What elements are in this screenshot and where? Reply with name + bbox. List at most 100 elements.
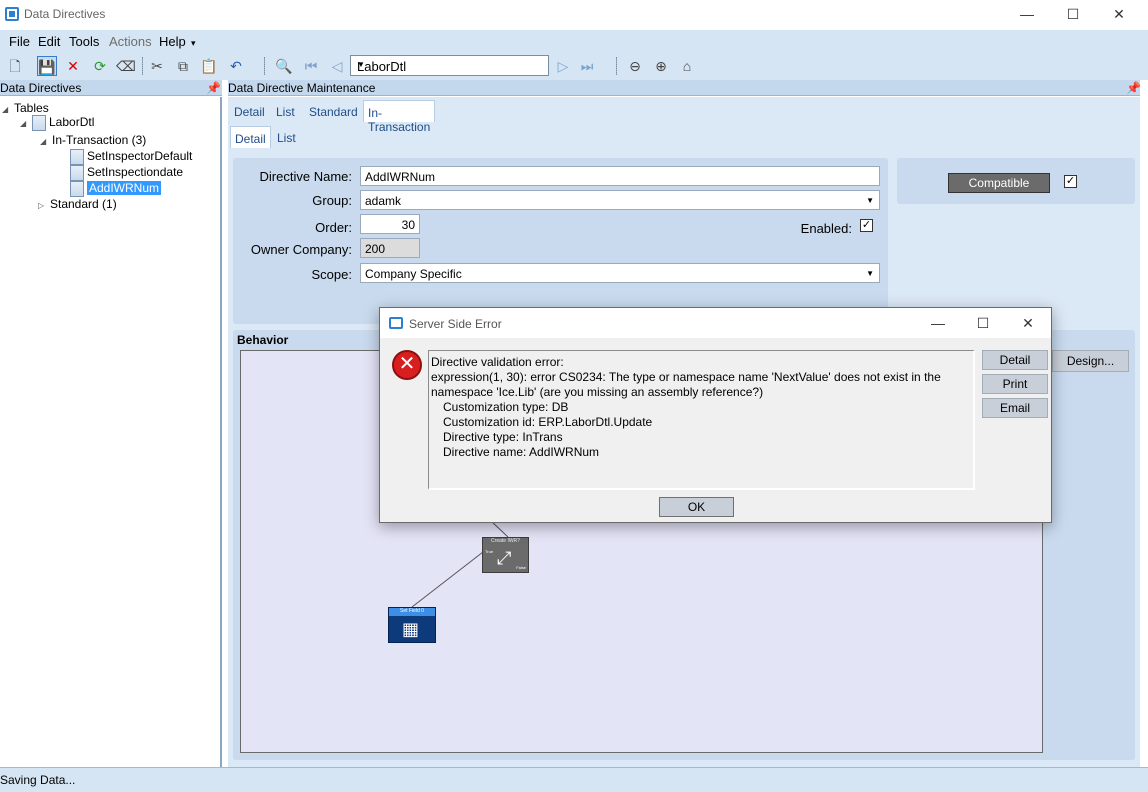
expand-icon[interactable]: ▷ [38,201,50,210]
maximize-button[interactable]: ☐ [1050,0,1096,30]
behavior-label: Behavior [237,333,289,347]
toolbar-separator [142,57,143,75]
dialog-minimize-button[interactable]: — [915,308,961,338]
tree-node-labordtl[interactable]: ◢ LaborDtl [20,115,94,131]
last-record-icon[interactable]: ⏭ [577,56,597,76]
delete-icon[interactable]: ✕ [63,56,83,76]
tree-node-directive-selected[interactable]: AddIWRNum [70,181,162,197]
scope-label: Scope: [311,267,352,282]
subtab-list[interactable]: List [273,126,300,148]
forward-icon[interactable]: ⊕ [651,56,671,76]
eraser-icon[interactable]: ⌫ [116,56,136,76]
collapse-icon[interactable]: ◢ [2,105,14,114]
tree-node-standard[interactable]: ▷ Standard (1) [38,197,117,211]
order-field[interactable]: 30 [360,214,420,234]
directive-icon [70,181,84,197]
tree-node-in-transaction[interactable]: ◢ In-Transaction (3) [40,133,146,147]
first-record-icon[interactable]: ⏮ [301,56,321,76]
refresh-icon[interactable]: ⟳ [90,56,110,76]
directive-name-label: Directive Name: [259,169,352,184]
condition-true-label: True [485,549,494,554]
copy-icon[interactable]: ⧉ [173,56,193,76]
prev-record-icon[interactable]: ◁ [327,56,347,76]
tree-node-directive[interactable]: SetInspectorDefault [70,149,192,165]
menu-file[interactable]: File [9,34,30,49]
email-button[interactable]: Email [982,398,1048,418]
subtab-detail[interactable]: Detail [230,126,271,148]
group-label: Group: [312,193,352,208]
enabled-checkbox[interactable]: ✓ [860,219,873,232]
undo-icon[interactable]: ↶ [226,56,246,76]
owner-company-field: 200 [360,238,420,258]
search-icon[interactable]: 🔍 [274,56,294,76]
tree-node-tables[interactable]: ◢ Tables [2,101,49,115]
toolbar-separator [616,57,617,75]
chevron-down-icon[interactable]: ▼ [357,60,544,69]
minimize-button[interactable]: — [1004,0,1050,30]
record-selector[interactable]: LaborDtl ▼ [350,55,549,76]
status-bar: Saving Data... [0,767,1148,792]
directive-icon [70,165,84,181]
chevron-down-icon[interactable]: ▼ [866,196,874,205]
menu-overflow-icon[interactable]: ▾ [191,38,196,49]
tab-in-transaction[interactable]: In-Transaction [363,100,436,134]
menu-tools[interactable]: Tools [69,34,99,49]
tab-standard[interactable]: Standard [305,100,362,122]
status-text: Saving Data... [0,773,76,787]
dialog-title: Server Side Error [409,317,502,331]
group-select[interactable]: adamk ▼ [360,190,880,210]
set-field-node[interactable]: Set Field 0 ▦ [388,607,436,643]
compatible-checkbox[interactable]: ✓ [1064,175,1077,188]
next-record-icon[interactable]: ▷ [553,56,573,76]
menu-help[interactable]: Help [159,34,186,49]
table-icon [32,115,46,131]
condition-node[interactable]: Create IWR? True False ⤢ [482,537,529,573]
enabled-label: Enabled: [800,221,852,236]
menu-edit[interactable]: Edit [38,34,60,49]
dialog-title-bar: Server Side Error — ☐ ✕ [380,308,1051,338]
menu-actions[interactable]: Actions [109,34,152,49]
home-icon[interactable]: ⌂ [677,56,697,76]
pin-icon[interactable]: 📌 [1126,81,1141,95]
set-field-node-title: Set Field 0 [389,608,435,616]
condition-false-label: False [516,565,526,570]
close-button[interactable]: ✕ [1096,0,1142,30]
paste-icon[interactable]: 📋 [199,56,219,76]
print-button[interactable]: Print [982,374,1048,394]
dialog-maximize-button[interactable]: ☐ [960,308,1006,338]
error-icon: ✕ [392,350,422,380]
tab-list[interactable]: List [272,100,299,122]
back-icon[interactable]: ⊖ [625,56,645,76]
compatible-button[interactable]: Compatible [948,173,1050,193]
ok-button[interactable]: OK [659,497,734,517]
app-icon [389,317,403,329]
chevron-down-icon[interactable]: ▼ [866,269,874,278]
scope-select[interactable]: Company Specific ▼ [360,263,880,283]
pin-icon[interactable]: 📌 [206,81,221,95]
order-label: Order: [315,220,352,235]
owner-company-label: Owner Company: [250,242,352,257]
menu-bar: File Edit Tools Actions Help ▾ [0,30,1148,52]
save-icon[interactable]: 💾 [37,56,57,76]
toolbar: 🗋 💾 ✕ ⟳ ⌫ ✂ ⧉ 📋 ↶ 🔍 ⏮ ◁ ▷ ⏭ ⊖ ⊕ ⌂ [0,52,1148,80]
error-message-box: Directive validation error: expression(1… [428,350,975,490]
app-icon [5,7,19,21]
collapse-icon[interactable]: ◢ [20,119,32,128]
left-pane-header: Data Directives 📌 [0,80,222,96]
right-pane-header: Data Directive Maintenance 📌 [228,80,1141,96]
collapse-icon[interactable]: ◢ [40,137,52,146]
cut-icon[interactable]: ✂ [147,56,167,76]
detail-button[interactable]: Detail [982,350,1048,370]
tree-node-directive[interactable]: SetInspectiondate [70,165,183,181]
directive-icon [70,149,84,165]
server-error-dialog: Server Side Error — ☐ ✕ ✕ Directive vali… [379,307,1052,523]
directive-name-field[interactable]: AddIWRNum [360,166,880,186]
tab-detail[interactable]: Detail [230,100,269,122]
dialog-close-button[interactable]: ✕ [1005,308,1051,338]
right-pane-title: Data Directive Maintenance [228,81,376,95]
calendar-icon: ▦ [402,619,420,639]
title-bar: Data Directives — ☐ ✕ [0,0,1148,30]
design-button[interactable]: Design... [1052,350,1129,372]
new-icon[interactable]: 🗋 [5,56,25,76]
condition-node-title: Create IWR? [491,538,520,544]
